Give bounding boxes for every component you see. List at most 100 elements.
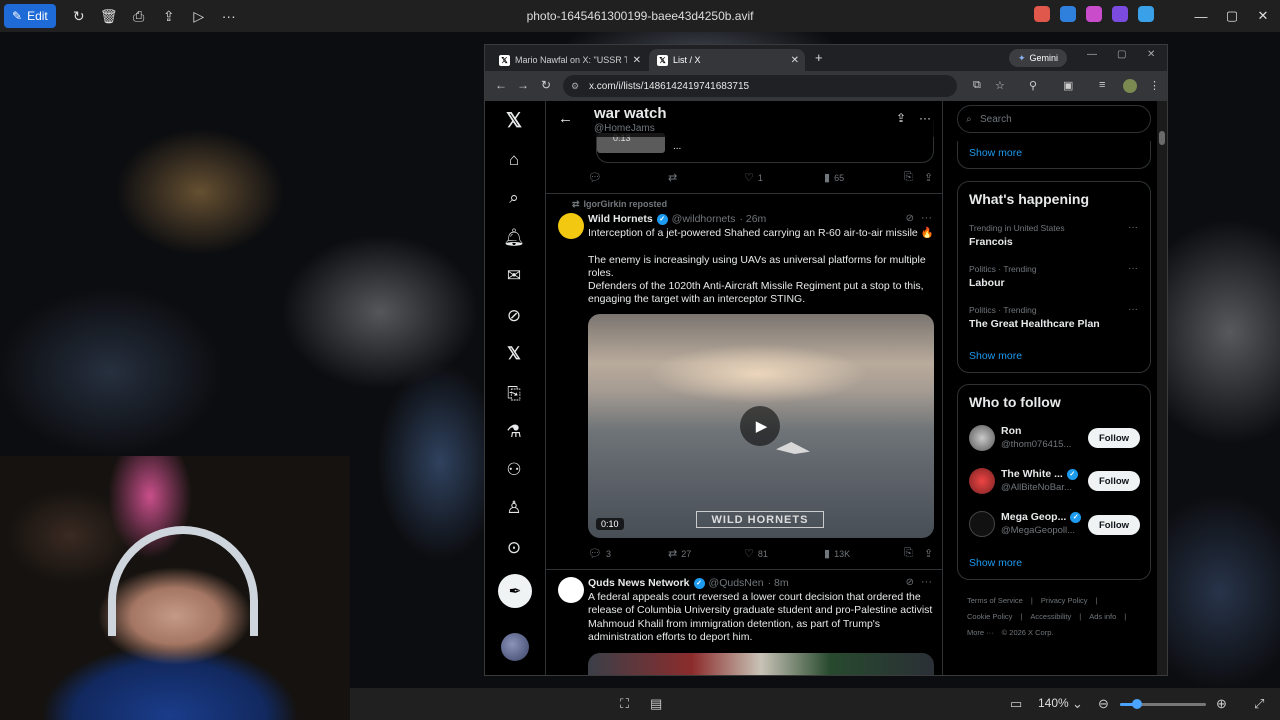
repost-button[interactable]: ⇄ [668, 171, 681, 184]
like-button[interactable]: ♡ 1 [744, 171, 763, 184]
tab-mario-nawfal[interactable]: 𝕏 Mario Nawfal on X: "USSR TRUMP ✕ [491, 49, 647, 71]
site-info-icon[interactable]: ⚙ [571, 81, 579, 92]
show-more-link[interactable]: Show more [969, 350, 1022, 362]
premium-x-icon[interactable]: 𝕏 [499, 339, 529, 369]
info-icon[interactable]: ▤ [650, 696, 662, 712]
maximize-icon[interactable]: ▢ [1117, 49, 1126, 60]
user-name-line[interactable]: The White ... ✓ [1001, 468, 1078, 480]
share-button[interactable]: ⇪ [924, 171, 933, 184]
page-scrollbar[interactable] [1157, 101, 1167, 675]
app-icon[interactable] [1112, 6, 1128, 22]
flask-icon[interactable]: ⚗ [499, 417, 529, 447]
post-button[interactable]: ✒ [498, 574, 532, 608]
share-icon[interactable]: ⇪ [896, 111, 906, 125]
author-name[interactable]: Wild Hornets [588, 213, 653, 225]
scrollbar-thumb[interactable] [1159, 131, 1165, 145]
show-more-link[interactable]: Show more [969, 147, 1022, 159]
author-name[interactable]: Quds News Network [588, 577, 690, 589]
bookmark-star-icon[interactable]: ☆ [995, 79, 1005, 92]
search-icon[interactable]: ⌕ [499, 183, 529, 213]
back-arrow-icon[interactable]: ← [558, 110, 573, 127]
footer-link[interactable]: Privacy Policy [1041, 596, 1088, 605]
grok-icon[interactable]: ⊘ [499, 301, 529, 331]
footer-link[interactable]: Accessibility [1030, 612, 1071, 621]
trend-name[interactable]: The Great Healthcare Plan [969, 318, 1100, 330]
more-icon[interactable]: ··· [214, 4, 244, 28]
menu-icon[interactable]: ⋮ [1149, 79, 1160, 92]
share-icon[interactable]: ⇪ [154, 4, 184, 28]
share-button[interactable]: ⇪ [924, 547, 933, 560]
footer-link[interactable]: Terms of Service [967, 596, 1023, 605]
x-logo-icon[interactable]: 𝕏 [499, 105, 529, 135]
bookmarks-icon[interactable]: ⎘ [499, 379, 529, 409]
user-avatar[interactable] [969, 511, 995, 537]
close-icon[interactable]: ✕ [1147, 49, 1155, 60]
communities-icon[interactable]: ⚇ [499, 455, 529, 485]
more-icon[interactable]: ··· [921, 212, 932, 224]
user-name-line[interactable]: Ron [1001, 425, 1021, 437]
views-button[interactable]: ▮ 13K [824, 547, 850, 560]
post-video[interactable]: ▶ 0:10 WILD HORNETS [588, 314, 934, 538]
app-icon[interactable] [1086, 6, 1102, 22]
close-icon[interactable]: ✕ [1246, 0, 1280, 32]
user-avatar[interactable] [969, 468, 995, 494]
grok-icon[interactable]: ⊘ [906, 213, 914, 224]
fullscreen-toggle-icon[interactable]: ▭ [1010, 696, 1022, 712]
user-avatar[interactable] [969, 425, 995, 451]
account-avatar[interactable] [501, 633, 529, 661]
follow-button[interactable]: Follow [1088, 428, 1140, 448]
profile-icon[interactable]: ♙ [499, 493, 529, 523]
expand-icon[interactable]: ⤢ [1254, 696, 1264, 712]
new-tab-button[interactable]: + [815, 50, 823, 65]
more-icon[interactable]: ··· [919, 111, 931, 125]
address-bar[interactable]: ⚙ x.com/i/lists/1486142419741683715 [563, 75, 957, 97]
zoom-level[interactable]: 140% [1038, 696, 1069, 710]
zoom-slider[interactable] [1120, 699, 1206, 709]
forward-icon[interactable]: → [517, 78, 529, 92]
post-time[interactable]: · 8m [768, 577, 789, 589]
messages-icon[interactable]: ✉ [499, 261, 529, 291]
search-input[interactable]: ⌕ Search [957, 105, 1151, 133]
grok-icon[interactable]: ⊘ [906, 577, 914, 588]
more-circle-icon[interactable]: ⊙ [499, 533, 529, 563]
more-icon[interactable]: ··· [921, 576, 932, 588]
author-handle[interactable]: @QudsNen [709, 577, 764, 589]
reply-button[interactable]: 💬︎ 3 [588, 547, 611, 560]
like-button[interactable]: ♡ 81 [744, 547, 768, 560]
post-image[interactable] [588, 653, 934, 675]
reload-icon[interactable]: ↻ [541, 78, 551, 92]
app-icon[interactable] [1034, 6, 1050, 22]
footer-link[interactable]: Ads info [1089, 612, 1116, 621]
print-icon[interactable]: ⎙ [124, 4, 154, 28]
minimize-icon[interactable]: — [1087, 49, 1097, 60]
app-icon[interactable] [1060, 6, 1076, 22]
tab-list-x[interactable]: 𝕏 List / X ✕ [649, 49, 805, 71]
notifications-icon[interactable]: 🔔︎ [499, 223, 529, 253]
more-icon[interactable]: ··· [1128, 304, 1138, 315]
trend-name[interactable]: Francois [969, 236, 1013, 248]
minimize-icon[interactable]: — [1184, 0, 1218, 32]
zoom-out-icon[interactable]: ⊖ [1098, 696, 1109, 712]
close-icon[interactable]: ✕ [791, 55, 799, 66]
footer-link[interactable]: Cookie Policy [967, 612, 1012, 621]
post-time[interactable]: · 26m [739, 213, 766, 225]
fit-icon[interactable]: ⛶ [620, 696, 629, 712]
user-name-line[interactable]: Mega Geop... ✓ [1001, 511, 1082, 523]
zoom-in-icon[interactable]: ⊕ [1216, 696, 1227, 712]
install-icon[interactable]: ⧉ [973, 79, 981, 92]
repost-button[interactable]: ⇄ 27 [668, 547, 691, 560]
footer-link[interactable]: More ··· [967, 628, 994, 637]
author-handle[interactable]: @wildhornets [672, 213, 736, 225]
reposted-by[interactable]: ⇄ IgorGirkin reposted [572, 199, 667, 210]
reading-list-icon[interactable]: ≡ [1099, 79, 1105, 91]
more-icon[interactable]: ··· [1128, 222, 1138, 233]
play-icon[interactable]: ▶ [740, 406, 780, 446]
bookmark-button[interactable]: ⎘ [904, 547, 913, 560]
chevron-down-icon[interactable]: ⌄ [1072, 696, 1083, 712]
delete-icon[interactable]: 🗑 [94, 4, 124, 28]
author-avatar[interactable] [558, 213, 584, 239]
edit-button[interactable]: ✎ Edit [4, 4, 56, 28]
maximize-icon[interactable]: ▢ [1215, 0, 1249, 32]
more-icon[interactable]: ··· [1128, 263, 1138, 274]
slideshow-icon[interactable]: ▷ [184, 4, 214, 28]
